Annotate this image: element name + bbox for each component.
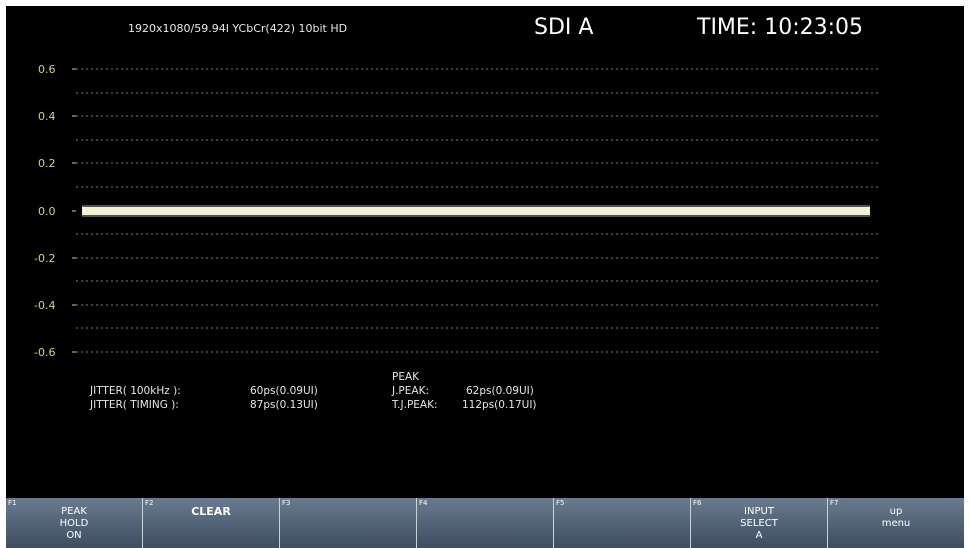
jitter-timing-label: JITTER( TIMING ): <box>90 399 179 411</box>
f6-label: INPUT SELECT A <box>740 506 778 541</box>
jitter-100khz-label: JITTER( 100kHz ): <box>90 385 181 397</box>
f4-number: F4 <box>419 499 428 507</box>
y-tick-0-6: 0.6 <box>38 63 56 76</box>
jitter-timing-value: 87ps(0.13UI) <box>250 399 318 411</box>
j-peak-label: J.PEAK: <box>392 385 430 397</box>
video-format-label: 1920x1080/59.94I YCbCr(422) 10bit HD <box>128 22 348 35</box>
y-tick-n0-6: -0.6 <box>34 346 56 359</box>
y-tick-0-4: 0.4 <box>38 110 56 123</box>
y-tick-0-2: 0.2 <box>38 157 56 170</box>
tj-peak-value: 112ps(0.17UI) <box>462 399 537 411</box>
f3-button[interactable]: F3 <box>279 498 416 548</box>
time-display: TIME: 10:23:05 <box>697 15 864 40</box>
f3-number: F3 <box>282 499 291 507</box>
j-peak-value: 62ps(0.09UI) <box>466 385 534 397</box>
jitter-100khz-value: 60ps(0.09UI) <box>250 385 318 397</box>
y-tick-0-0: 0.0 <box>38 205 56 218</box>
monitor-screen <box>6 6 964 498</box>
y-tick-n0-2: -0.2 <box>34 252 56 265</box>
f5-button[interactable]: F5 <box>553 498 690 548</box>
f1-label: PEAK HOLD ON <box>59 506 89 541</box>
f7-label: up menu <box>881 506 911 529</box>
peak-heading: PEAK <box>392 371 420 383</box>
f4-button[interactable]: F4 <box>416 498 553 548</box>
f6-input-select-button[interactable]: F6 INPUT SELECT A <box>690 498 827 548</box>
y-tick-n0-4: -0.4 <box>34 299 56 312</box>
tj-peak-label: T.J.PEAK: <box>392 399 438 411</box>
f7-up-menu-button[interactable]: F7 up menu <box>827 498 964 548</box>
f2-label: CLEAR <box>191 505 231 518</box>
f1-peak-hold-button[interactable]: F1 PEAK HOLD ON <box>6 498 142 548</box>
f5-number: F5 <box>556 499 565 507</box>
f2-clear-button[interactable]: F2 CLEAR <box>142 498 279 548</box>
input-channel-label: SDI A <box>534 15 594 40</box>
function-key-menu: F1 PEAK HOLD ON F2 CLEAR F3 F4 F5 F6 INP… <box>6 498 964 548</box>
